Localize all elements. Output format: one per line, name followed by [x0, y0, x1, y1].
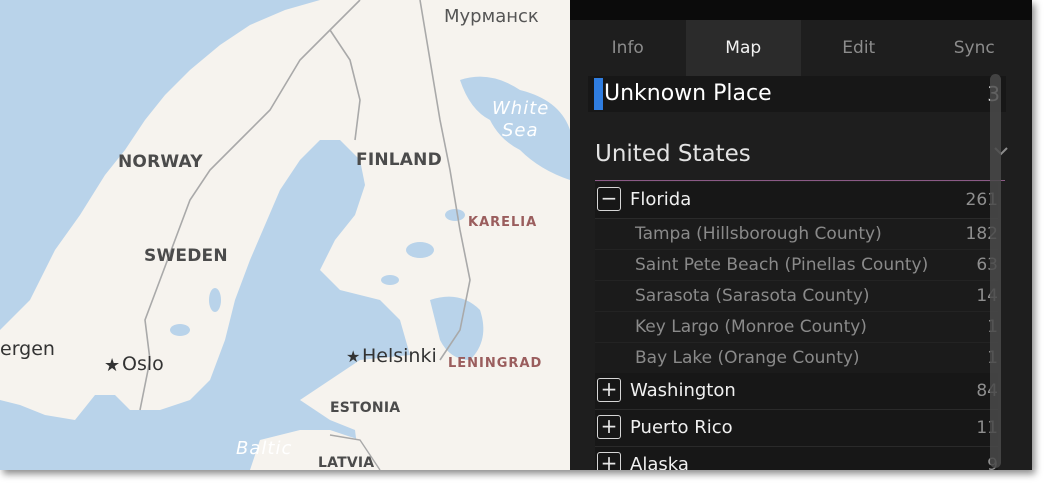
map-label-norway: NORWAY — [118, 152, 203, 172]
svg-text:★: ★ — [104, 355, 120, 376]
map-label-sweden: SWEDEN — [144, 246, 228, 266]
expand-icon[interactable]: + — [597, 452, 621, 470]
city-label: Saint Pete Beach (Pinellas County) — [635, 255, 929, 275]
svg-text:★: ★ — [346, 347, 360, 366]
map-label-oslo: Oslo — [122, 353, 164, 375]
tab-bar: Info Map Edit Sync — [570, 20, 1032, 76]
list-item[interactable]: Sarasota (Sarasota County) 14 — [595, 281, 998, 312]
map-label-latvia: LATVIA — [318, 455, 375, 470]
map-label-karelia: KARELIA — [468, 215, 538, 230]
map-label-white-sea-2: Sea — [502, 120, 539, 141]
map-label-white-sea-1: White — [492, 98, 550, 119]
list-item[interactable]: Tampa (Hillsborough County) 182 — [595, 219, 998, 250]
country-header-united-states[interactable]: United States — [595, 134, 1008, 181]
map-canvas[interactable]: ★ ★ — [0, 0, 570, 470]
state-label: Alaska — [630, 454, 689, 470]
city-label: Tampa (Hillsborough County) — [635, 224, 882, 244]
panel-top-bar — [570, 0, 1032, 20]
map-label-finland: FINLAND — [356, 150, 442, 170]
list-item[interactable]: Bay Lake (Orange County) 1 — [595, 343, 998, 374]
tab-map[interactable]: Map — [685, 20, 801, 76]
state-label: Washington — [630, 380, 736, 401]
tab-sync[interactable]: Sync — [917, 20, 1033, 76]
state-label: Puerto Rico — [630, 417, 733, 438]
map-label-estonia: ESTONIA — [330, 400, 401, 416]
state-row-florida[interactable]: − Florida 261 — [595, 182, 998, 219]
map-label-bergen: ergen — [0, 338, 55, 360]
state-row-puerto-rico[interactable]: + Puerto Rico 11 — [595, 410, 998, 447]
unknown-place-row[interactable]: Unknown Place 3 — [588, 76, 1006, 112]
window: ★ ★ Мурманск NORWAY FINLAND SWEDEN KAREL… — [0, 0, 1032, 470]
map-label-murmansk: Мурманск — [444, 6, 539, 27]
scrollbar[interactable] — [990, 74, 1001, 468]
country-label: United States — [595, 141, 751, 167]
city-label: Sarasota (Sarasota County) — [635, 286, 870, 306]
expand-icon[interactable]: + — [597, 378, 621, 402]
tab-edit[interactable]: Edit — [801, 20, 917, 76]
tab-info[interactable]: Info — [570, 20, 686, 76]
collapse-icon[interactable]: − — [597, 187, 621, 211]
city-label: Key Largo (Monroe County) — [635, 317, 867, 337]
state-row-washington[interactable]: + Washington 84 — [595, 373, 998, 410]
expand-icon[interactable]: + — [597, 415, 621, 439]
state-row-alaska[interactable]: + Alaska 9 — [595, 447, 998, 470]
map-label-leningrad: LENINGRAD — [448, 356, 543, 371]
map-view[interactable]: ★ ★ Мурманск NORWAY FINLAND SWEDEN KAREL… — [0, 0, 570, 470]
map-label-helsinki: Helsinki — [362, 345, 437, 367]
selection-indicator — [594, 78, 603, 110]
list-item[interactable]: Saint Pete Beach (Pinellas County) 63 — [595, 250, 998, 281]
city-label: Bay Lake (Orange County) — [635, 348, 860, 368]
unknown-place-label: Unknown Place — [604, 81, 772, 106]
places-panel: Info Map Edit Sync Unknown Place 3 Unite… — [570, 0, 1032, 470]
state-label: Florida — [630, 189, 692, 210]
map-label-baltic: Baltic — [236, 438, 293, 459]
list-item[interactable]: Key Largo (Monroe County) 1 — [595, 312, 998, 343]
